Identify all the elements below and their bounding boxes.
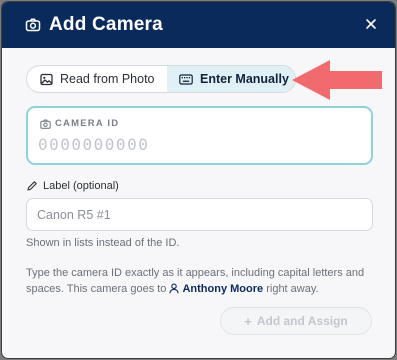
tab-label: Enter Manually — [200, 72, 289, 86]
camera-id-input[interactable] — [38, 133, 358, 155]
label-field[interactable] — [26, 198, 373, 231]
camera-icon — [40, 118, 51, 129]
tab-enter-manually[interactable]: Enter Manually — [167, 66, 295, 92]
camera-id-label: CAMERA ID — [40, 118, 119, 129]
label-input[interactable] — [37, 206, 357, 224]
label-hint: Shown in lists instead of the ID. — [26, 237, 180, 249]
image-icon — [40, 73, 53, 85]
tab-read-from-photo[interactable]: Read from Photo — [27, 66, 167, 92]
keyboard-icon — [179, 73, 193, 85]
user-icon — [169, 283, 180, 294]
dialog-header: Add Camera — [2, 2, 395, 48]
plus-icon: + — [244, 313, 252, 329]
camera-icon — [25, 18, 41, 32]
tab-label: Read from Photo — [60, 72, 155, 86]
pencil-icon — [27, 181, 37, 191]
add-and-assign-button[interactable]: + Add and Assign — [220, 307, 372, 335]
dialog-title: Add Camera — [49, 14, 163, 35]
assignee: Anthony Moore — [169, 283, 266, 295]
input-mode-toggle: Read from Photo Enter Manually — [26, 65, 296, 93]
add-camera-dialog: Add Camera Read from Photo Enter Manuall — [1, 1, 396, 359]
assignee-name: Anthony Moore — [182, 283, 264, 295]
close-icon[interactable] — [364, 17, 378, 31]
camera-id-field[interactable]: CAMERA ID — [26, 106, 373, 165]
info-text: Type the camera ID exactly as it appears… — [26, 267, 365, 295]
arrow-left-icon — [292, 60, 382, 100]
label-field-label: Label (optional) — [26, 180, 119, 192]
